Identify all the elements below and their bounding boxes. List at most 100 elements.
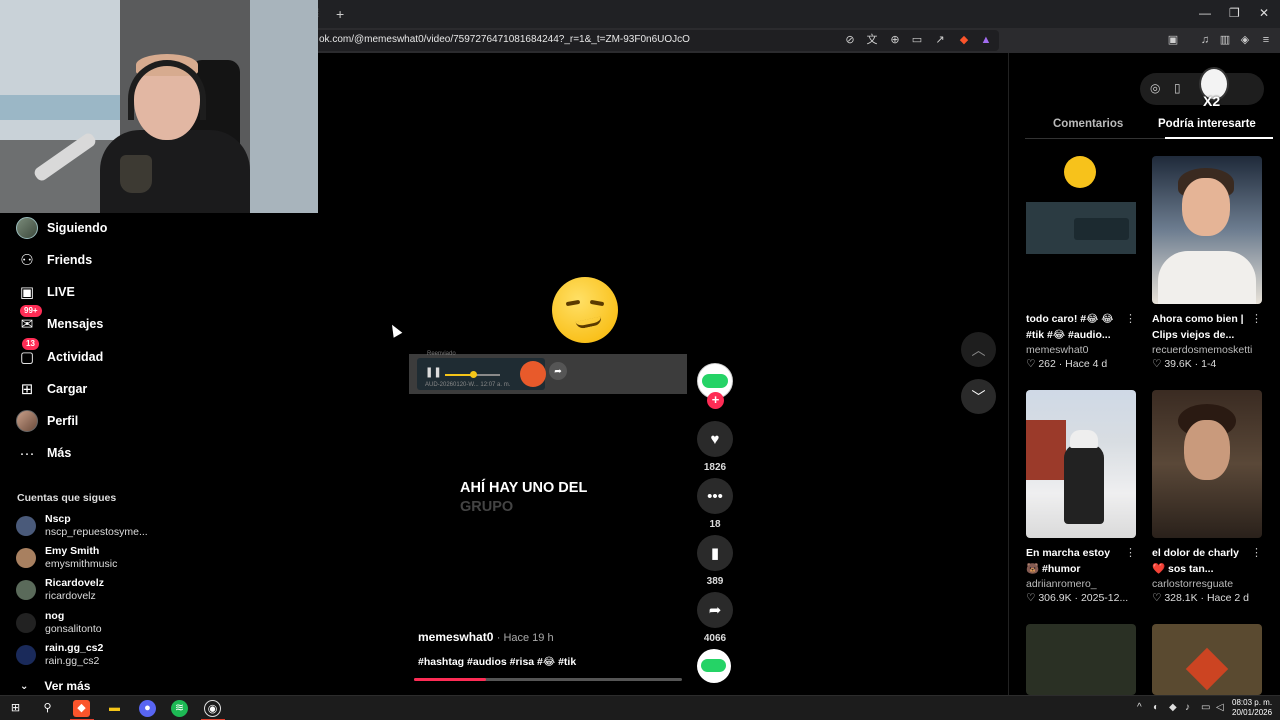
account-name: Emy Smith	[45, 545, 100, 557]
account-handle: emysmithmusic	[45, 558, 118, 570]
spotify-icon[interactable]: ≋	[171, 700, 188, 717]
maximize-button[interactable]: ❐	[1229, 6, 1240, 20]
tray-app-icon[interactable]: ◆	[1169, 702, 1177, 713]
video-thumbnail[interactable]	[1026, 624, 1136, 695]
share-arrow-icon: ➦	[697, 592, 733, 628]
video-thumbnail[interactable]	[1026, 156, 1136, 304]
voice-avatar-icon	[520, 361, 546, 387]
media-icon[interactable]: ♫	[1198, 33, 1212, 47]
sound-disc[interactable]	[697, 649, 731, 683]
recommended-video-card[interactable]: Ahora como bien | Clips viejos de... ⋮ r…	[1152, 156, 1264, 370]
brave-browser-icon[interactable]: ◆	[73, 700, 90, 717]
like-button[interactable]: ♥ 1826	[697, 421, 733, 473]
voice-message-screenshot: Reenviado ❚❚ AUD-20260120-W... 12:07 a. …	[409, 351, 687, 394]
video-thumbnail[interactable]	[1152, 624, 1262, 695]
next-video-button[interactable]: ﹀	[961, 379, 996, 414]
video-hashtags[interactable]: #hashtag #audios #risa #😂 #tik	[418, 656, 576, 668]
sidebar-item-cargar[interactable]: ⊞ Cargar	[16, 376, 88, 402]
recommended-video-card[interactable]	[1152, 624, 1264, 695]
sidebar-item-label: Siguiendo	[47, 221, 108, 235]
brave-shields-icon[interactable]: ◆	[957, 33, 971, 47]
sidebar-item-mensajes[interactable]: ✉ 99+ Mensajes	[16, 305, 104, 337]
followed-account[interactable]: Nscp nscp_repuestosyme...	[16, 511, 148, 541]
recommended-video-card[interactable]: En marcha estoy 🐻 #humor ⋮ adriianromero…	[1026, 390, 1138, 604]
save-button[interactable]: ▮ 389	[697, 535, 733, 587]
video-thumbnail[interactable]	[1152, 390, 1262, 538]
phone-icon[interactable]: ▯	[1174, 81, 1181, 95]
sidebar-item-label: Mensajes	[47, 317, 104, 331]
sidebar-toggle-icon[interactable]: ▣	[1166, 33, 1180, 47]
sidebar-item-perfil[interactable]: Perfil	[16, 408, 78, 434]
file-explorer-icon[interactable]: ▬	[106, 700, 123, 717]
bookmark-icon: ▮	[697, 535, 733, 571]
more-options-icon[interactable]: ⋮	[1251, 312, 1262, 325]
more-options-icon[interactable]: ⋮	[1125, 312, 1136, 325]
video-author[interactable]: memeswhat0 · Hace 19 h	[418, 630, 554, 644]
minimize-button[interactable]: —	[1199, 6, 1211, 20]
reader-mode-icon[interactable]: ⊘	[843, 33, 857, 47]
author-name[interactable]: memeswhat0	[418, 630, 493, 644]
volume-icon[interactable]: ◁	[1216, 702, 1224, 713]
follow-plus-button[interactable]: +	[707, 392, 724, 409]
network-icon[interactable]: ▭	[1201, 702, 1210, 713]
recommended-video-card[interactable]: todo caro! #😂 😂 #tik #😂 #audio... ⋮ meme…	[1026, 156, 1138, 370]
comment-count: 18	[709, 519, 721, 530]
close-window-button[interactable]: ✕	[1259, 6, 1269, 20]
brave-rewards-icon[interactable]: ▲	[979, 33, 993, 47]
see-more-button[interactable]: ⌄ Ver más	[20, 679, 90, 693]
video-thumbnail[interactable]	[1026, 390, 1136, 538]
url-text[interactable]: ok.com/@memeswhat0/video/759727647108168…	[319, 34, 690, 45]
followed-account[interactable]: rain.gg_cs2 rain.gg_cs2	[16, 640, 103, 670]
tray-expand-icon[interactable]: ^	[1137, 702, 1142, 713]
mascot-overlay: X2	[1193, 61, 1237, 111]
windows-start-icon[interactable]: ⊞	[7, 700, 24, 717]
video-caption: AHÍ HAY UNO DEL	[460, 480, 588, 496]
sidebar-item-friends[interactable]: ⚇ Friends	[16, 247, 92, 273]
system-clock[interactable]: 08:03 p. m. 20/01/2026	[1232, 698, 1272, 718]
video-thumbnail[interactable]	[1152, 156, 1262, 304]
share-button[interactable]: ➦ 4066	[697, 592, 733, 644]
recommended-video-card[interactable]	[1026, 624, 1138, 695]
tab-podria-interesarte[interactable]: Podría interesarte	[1158, 118, 1256, 130]
share-icon[interactable]: ↗	[933, 33, 947, 47]
tab-comentarios[interactable]: Comentarios	[1053, 118, 1123, 130]
obs-icon[interactable]: ◉	[204, 700, 221, 717]
microphone-icon[interactable]: ♪	[1185, 702, 1190, 713]
side-panel-icon[interactable]: ▥	[1218, 33, 1232, 47]
new-tab-button[interactable]: +	[336, 6, 344, 22]
zoom-icon[interactable]: ⊕	[888, 33, 902, 47]
search-icon[interactable]: ⚲	[39, 700, 56, 717]
steam-tray-icon[interactable]: ◐	[1153, 702, 1159, 713]
translate-icon[interactable]: 文	[865, 33, 879, 47]
clock-time: 08:03 p. m.	[1232, 698, 1273, 707]
sidebar-item-actividad[interactable]: ▢ 13 Actividad	[16, 338, 103, 370]
activity-icon: ▢ 13	[16, 338, 39, 368]
more-icon: ···	[19, 444, 35, 462]
card-title: Ahora como bien | Clips viejos de...	[1152, 313, 1244, 341]
previous-video-button[interactable]: ︿	[961, 332, 996, 367]
compass-icon[interactable]: ◎	[1150, 81, 1160, 95]
sidebar-item-mas[interactable]: ··· Más	[16, 440, 72, 466]
discord-icon[interactable]: ●	[139, 700, 156, 717]
video-player[interactable]: Reenviado ❚❚ AUD-20260120-W... 12:07 a. …	[318, 53, 1008, 695]
recommended-video-card[interactable]: el dolor de charly ❤️ sos tan... ⋮ carlo…	[1152, 390, 1264, 604]
sidebar-item-siguiendo[interactable]: Siguiendo	[16, 215, 107, 241]
account-name: rain.gg_cs2	[45, 642, 104, 654]
video-progress-bar[interactable]	[414, 678, 682, 681]
more-options-icon[interactable]: ⋮	[1125, 546, 1136, 559]
cast-icon[interactable]: ▭	[910, 33, 924, 47]
right-panel: ◎ ▯ X2 Comentarios Podría interesarte to…	[1008, 53, 1280, 695]
cam-window-right	[250, 0, 318, 213]
account-handle: gonsalitonto	[45, 623, 102, 635]
vpn-icon[interactable]: ◈	[1238, 33, 1252, 47]
sidebar-item-live[interactable]: ▣ LIVE	[16, 279, 75, 305]
followed-account[interactable]: Emy Smith emysmithmusic	[16, 543, 117, 573]
more-options-icon[interactable]: ⋮	[1251, 546, 1262, 559]
followed-account[interactable]: nog gonsalitonto	[16, 608, 102, 638]
sidebar-item-label: Cargar	[47, 382, 88, 396]
comment-button[interactable]: ••• 18	[697, 478, 733, 530]
menu-icon[interactable]: ≡	[1259, 33, 1273, 47]
video-caption-faded: GRUPO	[460, 499, 514, 515]
followed-account[interactable]: Ricardovelz ricardovelz	[16, 575, 104, 605]
like-count: 1826	[703, 462, 727, 473]
